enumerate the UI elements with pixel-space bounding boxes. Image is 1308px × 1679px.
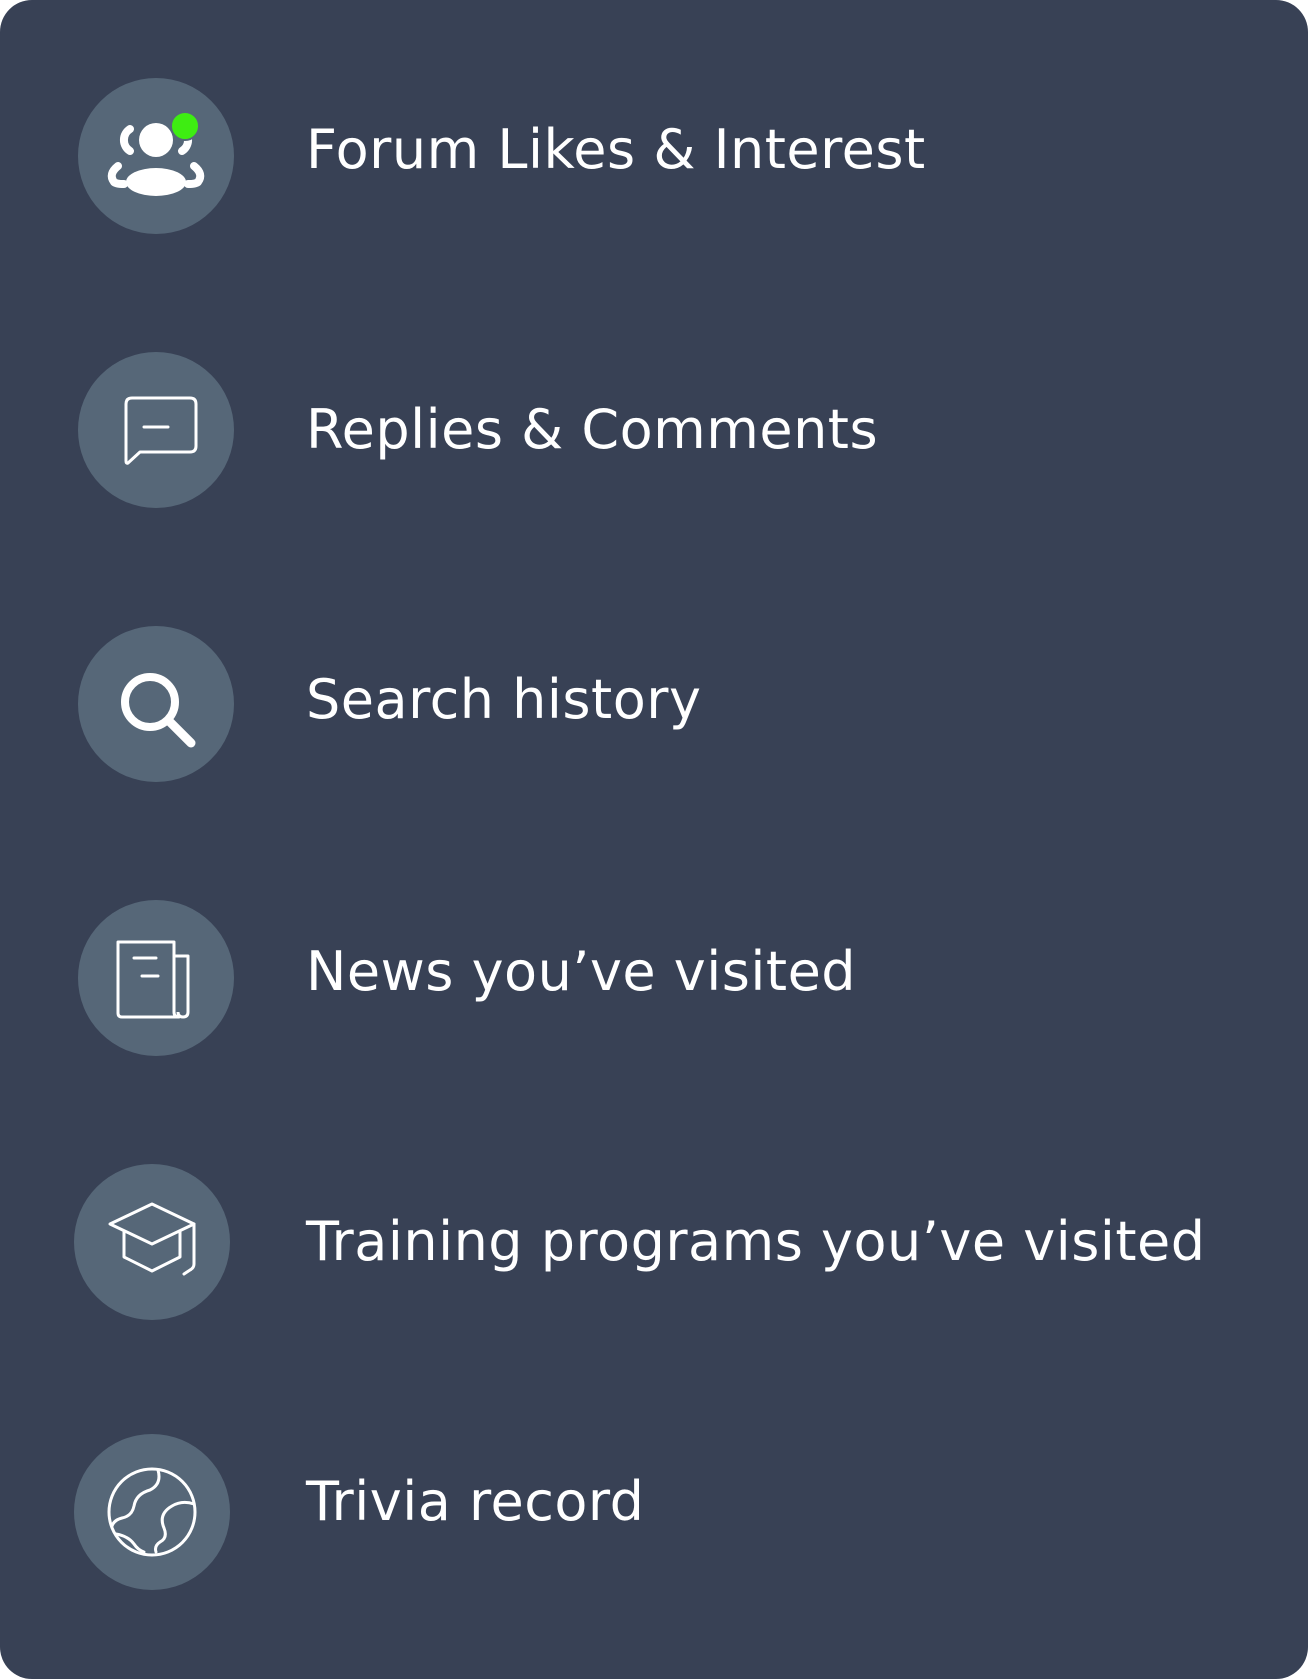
menu-item-news-visited[interactable]: News you’ve visited [0, 898, 1308, 1058]
menu-item-label: Replies & Comments [306, 398, 879, 461]
menu-item-label: Trivia record [306, 1470, 645, 1533]
graduation-cap-icon [108, 1202, 196, 1276]
menu-item-icon-circle [74, 1164, 230, 1320]
menu-item-replies-comments[interactable]: Replies & Comments [0, 350, 1308, 510]
menu-item-label: Forum Likes & Interest [306, 118, 926, 181]
notification-dot [170, 111, 200, 141]
menu-item-icon-circle [78, 900, 234, 1056]
menu-item-icon-circle [78, 626, 234, 782]
search-icon [121, 673, 196, 748]
activity-menu-panel: Forum Likes & Interest Replies & Comment… [0, 0, 1308, 1679]
menu-item-label: Training programs you’ve visited [306, 1210, 1206, 1273]
newspaper-icon [116, 940, 190, 1019]
menu-item-icon-circle [78, 78, 234, 234]
menu-item-label: Search history [306, 668, 702, 731]
menu-item-icon-circle [74, 1434, 230, 1590]
globe-icon [107, 1467, 197, 1557]
comment-icon [124, 396, 198, 465]
menu-item-search-history[interactable]: Search history [0, 624, 1308, 784]
menu-item-icon-circle [78, 352, 234, 508]
menu-item-label: News you’ve visited [306, 940, 857, 1003]
menu-item-trivia-record[interactable]: Trivia record [0, 1432, 1308, 1592]
menu-item-training-programs[interactable]: Training programs you’ve visited [0, 1162, 1308, 1322]
community-icon [107, 123, 205, 196]
menu-item-forum-likes[interactable]: Forum Likes & Interest [0, 76, 1308, 236]
